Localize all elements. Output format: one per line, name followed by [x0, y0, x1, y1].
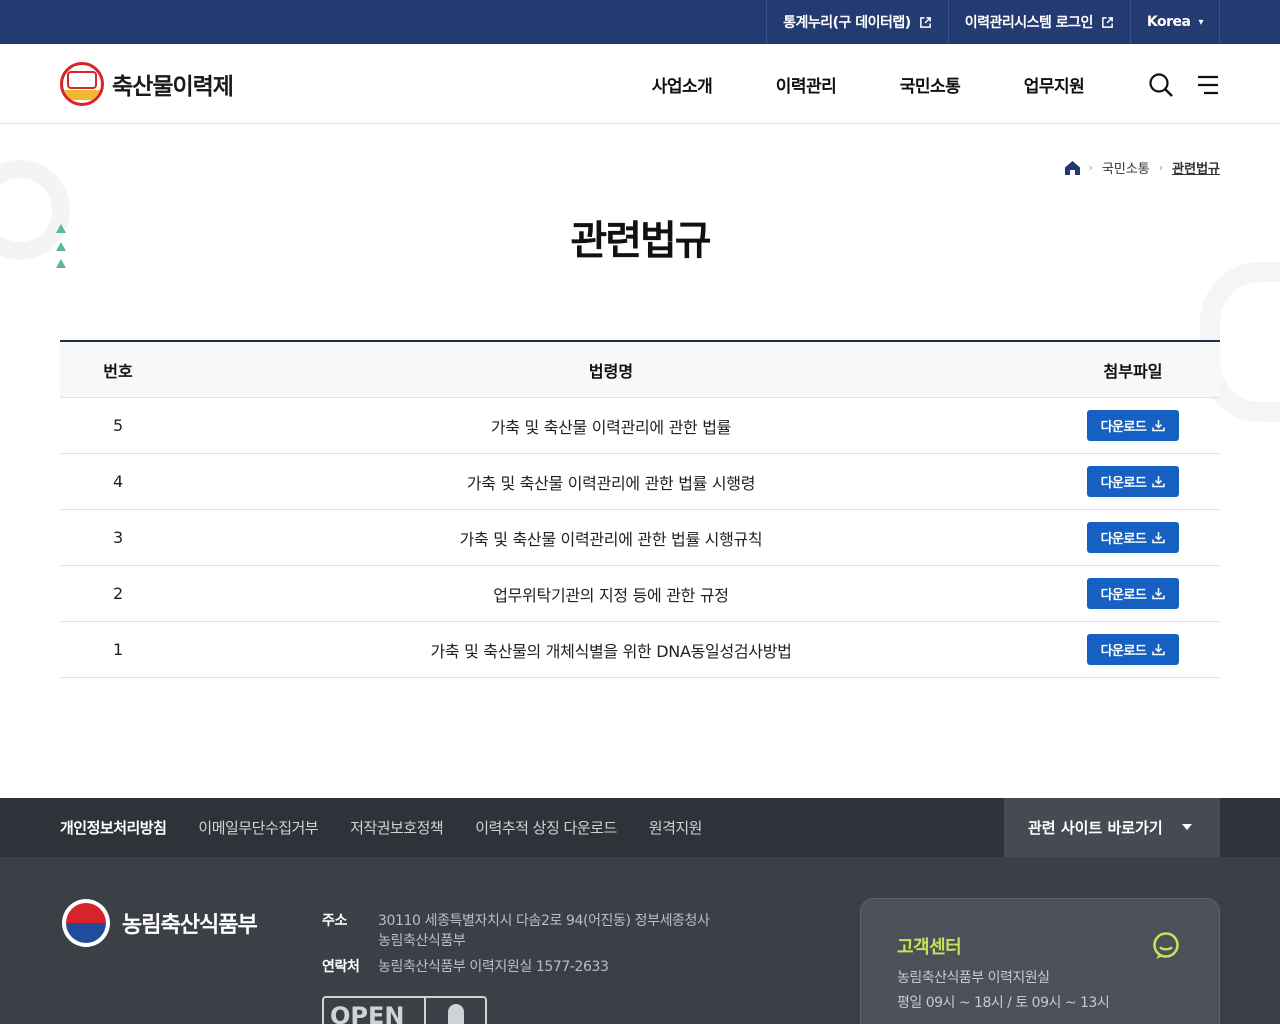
law-name[interactable]: 가축 및 축산물의 개체식별을 위한 DNA동일성검사방법 — [176, 622, 1046, 677]
table-row: 3 가축 및 축산물 이력관리에 관한 법률 시행규칙 다운로드 — [60, 510, 1220, 566]
language-label: Korea — [1146, 14, 1191, 30]
download-button[interactable]: 다운로드 — [1087, 466, 1179, 497]
download-label: 다운로드 — [1100, 419, 1147, 434]
system-login-link[interactable]: 이력관리시스템 로그인 — [947, 0, 1130, 44]
attachment-cell: 다운로드 — [1046, 510, 1220, 565]
row-number: 1 — [113, 640, 123, 659]
download-label: 다운로드 — [1100, 587, 1147, 602]
stats-link[interactable]: 통계누리(구 데이터랩) — [766, 0, 948, 44]
caret-down-icon — [1182, 824, 1192, 830]
download-icon — [1152, 644, 1166, 656]
related-sites-label: 관련 사이트 바로가기 — [1028, 819, 1163, 837]
contact-value: 농림축산식품부 이력지원실 1577-2633 — [378, 959, 609, 975]
column-header-law-name: 법령명 — [588, 361, 634, 381]
download-icon — [1152, 532, 1166, 544]
download-button[interactable]: 다운로드 — [1087, 634, 1179, 665]
utility-links: 통계누리(구 데이터랩) 이력관리시스템 로그인 Korea ▾ — [766, 0, 1220, 44]
download-button[interactable]: 다운로드 — [1087, 522, 1179, 553]
open-badge-text: OPEN — [324, 998, 426, 1024]
address-label: 주소 — [322, 913, 347, 929]
row-number: 4 — [113, 472, 123, 491]
row-number: 5 — [113, 416, 123, 435]
law-name[interactable]: 가축 및 축산물 이력관리에 관한 법률 — [176, 398, 1046, 453]
related-sites-dropdown[interactable]: 관련 사이트 바로가기 — [1004, 798, 1220, 857]
external-link-icon — [1102, 16, 1113, 28]
customer-center-box: 고객센터 농림축산식품부 이력지원실 평일 09시 ~ 18시 / 토 09시 … — [860, 898, 1220, 1024]
table-body: 5 가축 및 축산물 이력관리에 관한 법률 다운로드 4 가축 및 축산물 이력관리에… — [60, 398, 1220, 678]
chat-bubble-icon — [1153, 932, 1179, 959]
download-icon — [1152, 588, 1166, 600]
breadcrumb-item[interactable]: 국민소통 — [1102, 158, 1150, 177]
stats-link-label: 통계누리(구 데이터랩) — [783, 15, 911, 31]
menu-icon[interactable] — [1195, 72, 1221, 98]
person-icon — [426, 998, 485, 1024]
law-name[interactable]: 가축 및 축산물 이력관리에 관한 법률 시행령 — [176, 454, 1046, 509]
footer-info: 주소 30110 세종특별자치시 다솜2로 94(어진동) 정부세종청사 농림축… — [322, 911, 710, 987]
column-header-attachment: 첨부파일 — [1103, 361, 1163, 381]
address-line: 농림축산식품부 — [378, 933, 466, 949]
ministry-name: 농림축산식품부 — [122, 913, 258, 938]
breadcrumb: › 국민소통 › 관련법규 — [1064, 158, 1220, 177]
language-select[interactable]: Korea ▾ — [1129, 0, 1220, 44]
site-footer: 농림축산식품부 주소 30110 세종특별자치시 다솜2로 94(어진동) 정부… — [0, 857, 1280, 1024]
kogl-open-badge: OPEN — [322, 996, 487, 1024]
ministry-logo: 농림축산식품부 — [62, 899, 258, 947]
attachment-cell: 다운로드 — [1046, 622, 1220, 677]
email-refusal-link[interactable]: 이메일무단수집거부 — [198, 817, 318, 838]
home-icon[interactable] — [1064, 160, 1080, 175]
download-label: 다운로드 — [1100, 475, 1147, 490]
site-logo[interactable]: 축산물이력제 — [60, 62, 234, 106]
search-icon[interactable] — [1148, 72, 1174, 98]
table-row: 2 업무위탁기관의 지정 등에 관한 규정 다운로드 — [60, 566, 1220, 622]
row-number: 3 — [113, 528, 123, 547]
copyright-policy-link[interactable]: 저작권보호정책 — [350, 817, 444, 838]
system-login-label: 이력관리시스템 로그인 — [964, 15, 1094, 31]
main-nav: 사업소개 이력관리 국민소통 업무지원 — [620, 44, 1116, 124]
customer-center-line: 평일 09시 ~ 18시 / 토 09시 ~ 13시 — [897, 995, 1110, 1011]
footer-links: 개인정보처리방침 이메일무단수집거부 저작권보호정책 이력추적 상징 다운로드 … — [60, 798, 734, 857]
nav-item-communication[interactable]: 국민소통 — [868, 44, 992, 124]
breadcrumb-current[interactable]: 관련법규 — [1172, 158, 1220, 177]
chevron-right-icon: › — [1088, 161, 1093, 174]
download-button[interactable]: 다운로드 — [1087, 578, 1179, 609]
attachment-cell: 다운로드 — [1046, 454, 1220, 509]
symbol-download-link[interactable]: 이력추적 상징 다운로드 — [475, 817, 617, 838]
table-row: 1 가축 및 축산물의 개체식별을 위한 DNA동일성검사방법 다운로드 — [60, 622, 1220, 678]
download-icon — [1152, 420, 1166, 432]
law-name[interactable]: 업무위탁기관의 지정 등에 관한 규정 — [176, 566, 1046, 621]
utility-bar: 통계누리(구 데이터랩) 이력관리시스템 로그인 Korea ▾ — [0, 0, 1280, 44]
regulations-table: 번호 법령명 첨부파일 5 가축 및 축산물 이력관리에 관한 법률 다운로드 4 가축… — [60, 340, 1220, 678]
attachment-cell: 다운로드 — [1046, 566, 1220, 621]
privacy-policy-link[interactable]: 개인정보처리방침 — [60, 817, 167, 838]
nav-item-business[interactable]: 사업소개 — [620, 44, 744, 124]
row-number: 2 — [113, 584, 123, 603]
download-label: 다운로드 — [1100, 643, 1147, 658]
column-header-number: 번호 — [103, 361, 133, 381]
external-link-icon — [919, 16, 931, 28]
chevron-down-icon: ▾ — [1198, 16, 1203, 28]
taegeuk-emblem-icon — [62, 899, 110, 947]
download-icon — [1152, 476, 1166, 488]
traceability-logo-icon — [60, 62, 104, 106]
chevron-right-icon: › — [1158, 161, 1164, 174]
customer-center-title: 고객센터 — [897, 937, 962, 958]
customer-center-line: 농림축산식품부 이력지원실 — [897, 970, 1050, 986]
table-row: 4 가축 및 축산물 이력관리에 관한 법률 시행령 다운로드 — [60, 454, 1220, 510]
law-name[interactable]: 가축 및 축산물 이력관리에 관한 법률 시행규칙 — [176, 510, 1046, 565]
site-header: 축산물이력제 사업소개 이력관리 국민소통 업무지원 — [0, 44, 1280, 124]
table-header: 번호 법령명 첨부파일 — [60, 342, 1220, 398]
page-title: 관련법규 — [570, 218, 711, 264]
table-row: 5 가축 및 축산물 이력관리에 관한 법률 다운로드 — [60, 398, 1220, 454]
remote-support-link[interactable]: 원격지원 — [649, 817, 703, 838]
footer-nav: 개인정보처리방침 이메일무단수집거부 저작권보호정책 이력추적 상징 다운로드 … — [0, 798, 1280, 857]
contact-label: 연락처 — [322, 959, 360, 975]
nav-item-trace-management[interactable]: 이력관리 — [744, 44, 868, 124]
nav-item-support[interactable]: 업무지원 — [992, 44, 1116, 124]
address-line: 30110 세종특별자치시 다솜2로 94(어진동) 정부세종청사 — [378, 913, 710, 929]
download-button[interactable]: 다운로드 — [1087, 410, 1179, 441]
attachment-cell: 다운로드 — [1046, 398, 1220, 453]
download-label: 다운로드 — [1100, 531, 1147, 546]
logo-text: 축산물이력제 — [112, 74, 234, 100]
